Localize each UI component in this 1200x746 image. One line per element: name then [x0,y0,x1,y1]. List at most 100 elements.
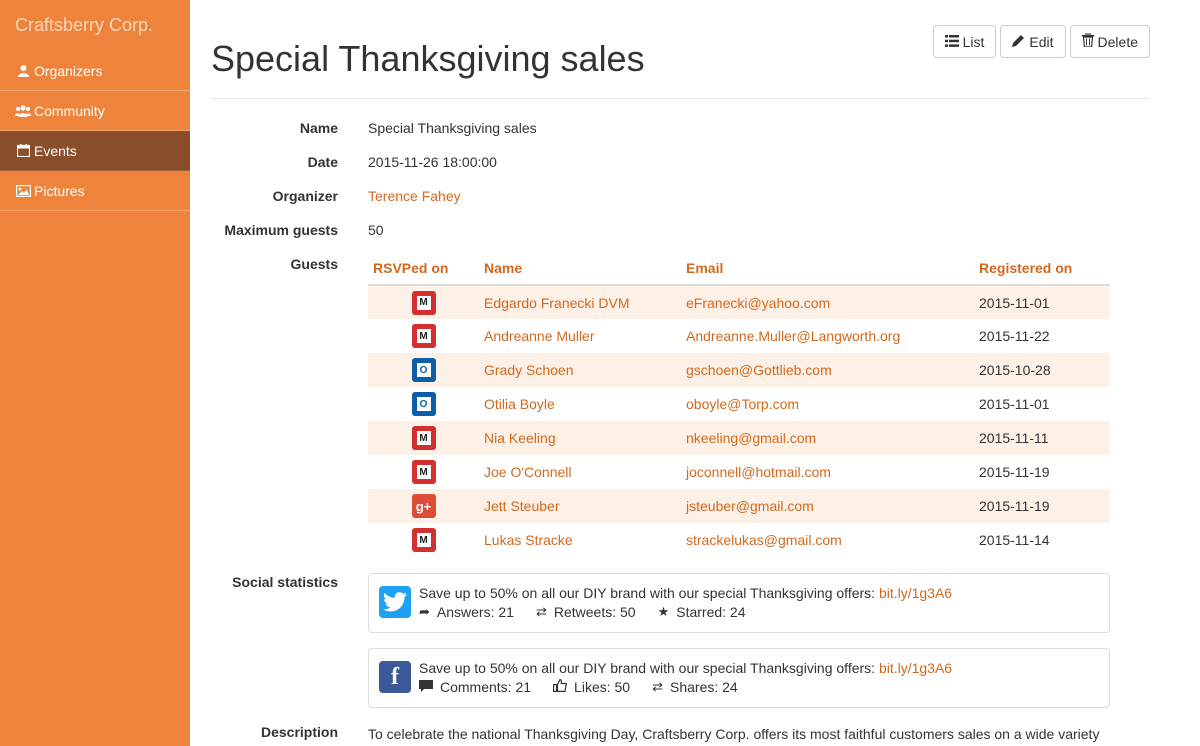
guest-email-cell: Andreanne.Muller@Langworth.org [681,319,974,353]
rsvp-cell: O [368,387,479,421]
facebook-message: Save up to 50% on all our DIY brand with… [419,660,952,676]
delete-button[interactable]: Delete [1069,25,1150,58]
table-row: O Grady Schoen gschoen@Gottlieb.com 2015-10… [368,353,1110,387]
twitter-panel: Save up to 50% on all our DIY brand with… [368,573,1110,633]
guest-registered-cell: 2015-11-19 [979,464,1050,480]
max-guests-label: Maximum guests [224,222,338,238]
guest-registered-cell: 2015-11-01 [979,396,1050,412]
guest-name-link[interactable]: Andreanne Muller [484,328,595,344]
guest-email-cell: gschoen@Gottlieb.com [681,353,974,387]
delete-button-label: Delete [1097,33,1138,50]
sidebar-item-community[interactable]: Community [0,91,190,131]
guest-name-cell: Jett Steuber [479,489,681,523]
sidebar-item-events[interactable]: Events [0,131,190,171]
sidebar-item-label: Organizers [34,62,103,79]
guest-name-link[interactable]: Grady Schoen [484,362,574,378]
guest-email-link[interactable]: strackelukas@gmail.com [686,532,842,548]
guest-name-cell: Otilia Boyle [479,387,681,421]
guest-email-link[interactable]: jsteuber@gmail.com [686,498,814,514]
edit-button-label: Edit [1029,33,1054,50]
likes-stat: Likes: 50 [553,678,631,695]
guest-email-cell: eFranecki@yahoo.com [681,285,974,319]
thumbs-up-icon [553,678,568,695]
guest-email-link[interactable]: eFranecki@yahoo.com [686,295,830,311]
guests-label: Guests [290,256,338,272]
guest-registered-cell: 2015-10-28 [974,353,1110,387]
google-plus-icon: g+ [411,494,436,518]
date-label: Date [307,154,338,170]
guest-registered-cell: 2015-11-22 [979,328,1050,344]
facebook-panel: f Save up to 50% on all our DIY brand wi… [368,648,1110,708]
comments-stat: Comments: 21 [419,679,531,695]
guest-registered-cell: 2015-11-14 [979,532,1050,548]
organizer-link[interactable]: Terence Fahey [368,188,461,204]
sidebar-item-label: Pictures [34,182,85,199]
guest-email-link[interactable]: nkeeling@gmail.com [686,430,816,446]
date-value: 2015-11-26 18:00:00 [368,154,497,170]
column-header-email[interactable]: Email [681,252,974,286]
sidebar-item-organizers[interactable]: Organizers [0,51,190,91]
guest-email-link[interactable]: oboyle@Torp.com [686,396,799,412]
guest-name-link[interactable]: Lukas Stracke [484,532,573,548]
facebook-message-link[interactable]: bit.ly/1g3A6 [879,660,952,676]
description-label: Description [260,724,338,740]
rsvp-cell: O [368,353,479,387]
guest-name-cell: Edgardo Franecki DVM [479,285,681,319]
picture-icon [15,184,31,198]
column-header-name[interactable]: Name [479,252,681,286]
table-row: O Otilia Boyle oboyle@Torp.com 2015-11-01 [368,387,1110,421]
brand-name[interactable]: Craftsberry Corp. [0,0,190,51]
shares-count: Shares: 24 [670,679,738,695]
guest-email-link[interactable]: gschoen@Gottlieb.com [686,362,832,378]
likes-count: Likes: 50 [574,679,631,695]
table-row: M Lukas Stracke strackelukas@gmail.com 2015… [368,523,1110,557]
table-row: g+ Jett Steuber jsteuber@gmail.com 2015-11-… [368,489,1110,523]
guest-email-link[interactable]: Andreanne.Muller@Langworth.org [686,328,900,344]
starred-stat: ★ Starred: 24 [658,604,746,620]
max-guests-value: 50 [368,222,384,238]
rsvp-cell: g+ [368,489,479,523]
answers-stat: ➦ Answers: 21 [419,604,514,620]
comments-count: Comments: 21 [440,679,532,695]
twitter-message-link[interactable]: bit.ly/1g3A6 [879,585,952,601]
guest-name-link[interactable]: Otilia Boyle [484,396,555,412]
gmail-icon: M [411,426,436,450]
guest-registered-cell: 2015-11-01 [974,285,1110,319]
guest-name-link[interactable]: Edgardo Franecki DVM [484,295,630,311]
guest-name-link[interactable]: Nia Keeling [484,430,556,446]
sidebar-item-pictures[interactable]: Pictures [0,171,190,211]
twitter-message: Save up to 50% on all our DIY brand with… [419,585,952,601]
rsvp-cell: M [368,523,479,557]
retweets-stat: ⇄ Retweets: 50 [536,604,636,620]
star-icon: ★ [657,604,670,619]
twitter-stats: ➦ Answers: 21 ⇄ Retweets: 50 ★ Starred: 24 [419,604,768,620]
edit-button[interactable]: Edit [1000,25,1066,58]
calendar-icon [15,144,31,158]
list-button-label: List [962,33,985,50]
gmail-icon: M [411,324,436,348]
guest-email-link[interactable]: joconnell@hotmail.com [686,464,831,480]
column-header-rsvp[interactable]: RSVPed on [368,252,479,286]
sidebar: Craftsberry Corp. Organizers Community E… [0,0,190,746]
starred-count: Starred: 24 [676,604,746,620]
guest-name-cell: Grady Schoen [479,353,681,387]
share-icon: ⇄ [652,679,663,694]
guest-name-cell: Nia Keeling [479,421,681,455]
list-button[interactable]: List [932,25,997,58]
name-label: Name [299,120,338,136]
guest-name-link[interactable]: Joe O'Connell [484,464,572,480]
organizer-label: Organizer [272,188,338,204]
guest-name-link[interactable]: Jett Steuber [484,498,560,514]
page-title: Special Thanksgiving sales [211,38,645,79]
guest-registered-cell: 2015-11-19 [974,489,1110,523]
guest-email-cell: joconnell@hotmail.com [681,455,974,489]
column-header-registered[interactable]: Registered on [974,252,1110,286]
twitter-icon [379,586,411,618]
gmail-icon: M [411,460,436,484]
twitter-message-text: Save up to 50% on all our DIY brand with… [419,585,879,601]
guest-name-cell: Andreanne Muller [479,319,681,353]
guest-email-cell: jsteuber@gmail.com [681,489,974,523]
user-icon [15,64,31,78]
guest-name-cell: Lukas Stracke [479,523,681,557]
outlook-icon: O [411,358,436,382]
